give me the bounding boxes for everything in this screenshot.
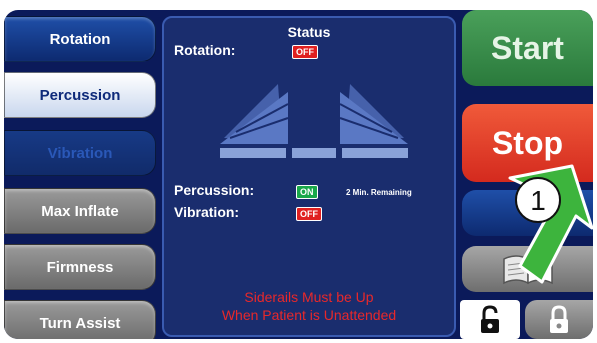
- unlock-button[interactable]: [460, 300, 520, 339]
- percussion-status-badge: ON: [296, 185, 318, 199]
- status-panel: Status Rotation: OFF Percussion: ON 2 Mi…: [162, 16, 456, 337]
- percussion-remaining-text: 2 Min. Remaining: [346, 188, 412, 197]
- turn-assist-button[interactable]: Turn Assist: [4, 300, 156, 339]
- firmness-button[interactable]: Firmness: [4, 244, 156, 290]
- start-button[interactable]: Start: [462, 10, 593, 86]
- bed-sections-icon: [220, 84, 408, 158]
- start-button-label: Start: [491, 29, 564, 66]
- vibration-button-label: Vibration: [47, 144, 113, 162]
- rotation-button-label: Rotation: [49, 30, 111, 48]
- status-title: Status: [287, 24, 331, 40]
- percussion-button-label: Percussion: [39, 86, 121, 104]
- firmness-button-label: Firmness: [46, 258, 114, 276]
- turn-assist-button-label: Turn Assist: [39, 314, 121, 332]
- callout-number: 1: [530, 185, 546, 216]
- lock-button[interactable]: [525, 300, 593, 339]
- stop-button-label: Stop: [491, 124, 564, 161]
- siderails-warning-line1: Siderails Must be Up: [244, 289, 374, 305]
- vibration-status-badge: OFF: [296, 207, 322, 221]
- vibration-status-label: Vibration:: [174, 204, 240, 220]
- locked-padlock-icon: [550, 304, 568, 333]
- percussion-button[interactable]: Percussion: [4, 72, 156, 118]
- max-inflate-button[interactable]: Max Inflate: [4, 188, 156, 234]
- rotation-status-label: Rotation:: [174, 42, 236, 58]
- rotation-status-badge: OFF: [292, 45, 318, 59]
- max-inflate-button-label: Max Inflate: [41, 202, 119, 220]
- siderails-warning-line2: When Patient is Unattended: [221, 307, 397, 323]
- rotation-button[interactable]: Rotation: [4, 16, 156, 62]
- unlocked-padlock-icon: [481, 304, 499, 333]
- callout-arrow-icon: 1: [508, 164, 594, 284]
- vibration-button[interactable]: Vibration: [4, 130, 156, 176]
- percussion-status-label: Percussion:: [174, 182, 255, 198]
